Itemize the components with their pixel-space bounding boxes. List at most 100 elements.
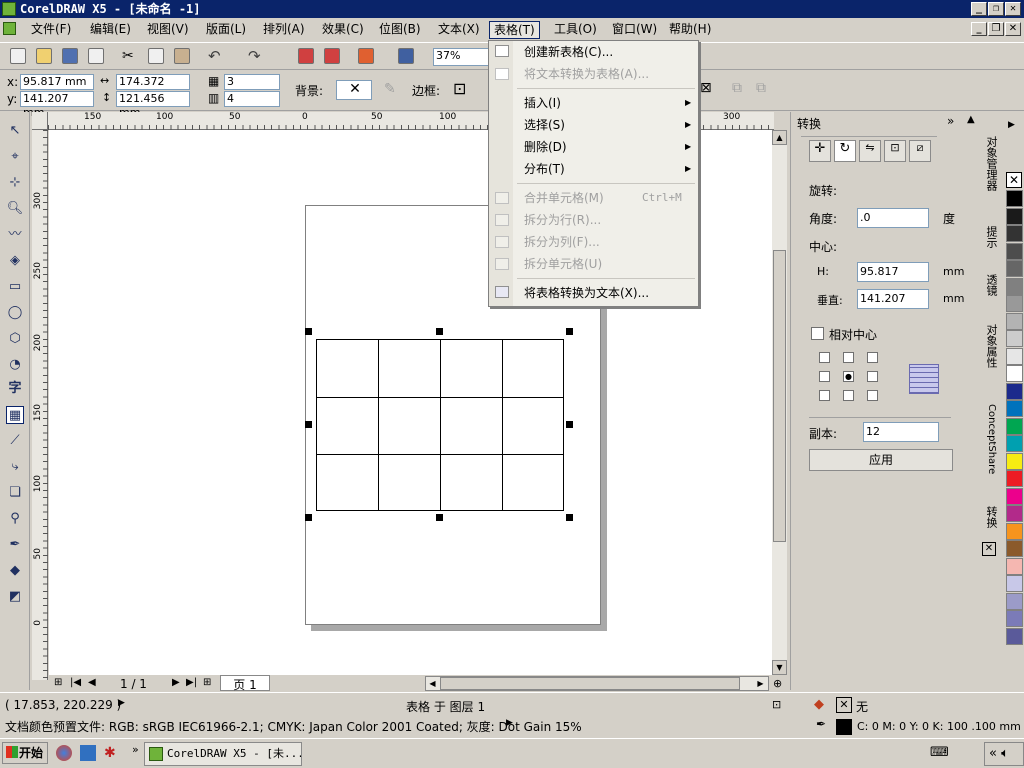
menu-item-text-to-table[interactable]: 将文本转换为表格(A)... xyxy=(524,64,649,84)
palette-color-swatch[interactable] xyxy=(1006,382,1023,400)
prev-page-icon[interactable]: ◀ xyxy=(88,677,96,688)
tray-app-icon[interactable]: ✱ xyxy=(104,745,120,761)
palette-color-swatch[interactable] xyxy=(1006,260,1023,277)
print-icon[interactable] xyxy=(88,48,104,64)
polygon-tool-icon[interactable]: ⬡ xyxy=(6,330,24,348)
crop-tool-icon[interactable]: ⊹ xyxy=(6,174,24,192)
next-page-icon[interactable]: ▶ xyxy=(172,677,180,688)
y-position-field[interactable]: 141.207 mm xyxy=(20,91,94,119)
fill-tool-icon[interactable]: ◆ xyxy=(6,562,24,580)
snap-icon[interactable]: ⊡ xyxy=(772,698,781,711)
status-expand-icon[interactable]: ▶ xyxy=(118,698,125,708)
import-icon[interactable] xyxy=(298,48,314,64)
no-color-swatch[interactable]: ✕ xyxy=(1006,172,1022,188)
page-tab[interactable]: 页 1 xyxy=(220,675,270,692)
paste-icon[interactable] xyxy=(174,48,190,64)
tab-object-properties[interactable]: 对象属性 xyxy=(980,322,1000,368)
navigator-icon[interactable]: ⊕ xyxy=(773,677,782,690)
skew-tab-icon[interactable]: ⧄ xyxy=(909,140,931,162)
chrome-icon[interactable] xyxy=(56,745,72,761)
last-page-icon[interactable]: ▶| xyxy=(186,677,197,688)
palette-color-swatch[interactable] xyxy=(1006,557,1023,575)
menu-item-split-rows[interactable]: 拆分为行(R)... xyxy=(524,210,601,230)
insert-page-before-icon[interactable]: ⊞ xyxy=(54,677,62,688)
menu-tools[interactable]: 工具(O) xyxy=(550,21,601,39)
outline-swatch[interactable] xyxy=(836,719,852,735)
scroll-right-arrow[interactable]: ▶ xyxy=(754,677,767,690)
height-field[interactable]: 121.456 mm xyxy=(116,91,190,119)
anchor-checkbox[interactable] xyxy=(867,352,878,363)
freehand-tool-icon[interactable]: 〰 xyxy=(6,226,24,244)
selection-handle-br[interactable] xyxy=(566,514,573,521)
to-front-icon[interactable]: ⧉ xyxy=(732,80,742,96)
x-position-field[interactable]: 95.817 mm xyxy=(20,74,94,90)
tab-conceptshare[interactable]: ConceptShare xyxy=(980,402,1000,474)
tab-lens[interactable]: 透镜 xyxy=(980,272,1000,296)
zoom-tool-icon[interactable]: 🔍︎ xyxy=(6,200,24,218)
docker-expand-icon[interactable]: » xyxy=(947,114,954,128)
eyedropper-tool-icon[interactable]: ⚲ xyxy=(6,510,24,528)
menu-item-create-table[interactable]: 创建新表格(C)... xyxy=(524,42,613,62)
profile-expand-icon[interactable]: ▶ xyxy=(506,718,513,728)
vertical-ruler[interactable]: 300 250 200 150 100 50 0 xyxy=(32,130,48,680)
tray-volume-icon[interactable]: 🔈︎ xyxy=(1001,746,1009,761)
anchor-checkbox[interactable] xyxy=(843,352,854,363)
palette-color-swatch[interactable] xyxy=(1006,575,1023,592)
menu-item-table-to-text[interactable]: 将表格转换为文本(X)... xyxy=(524,283,649,303)
menu-view[interactable]: 视图(V) xyxy=(143,21,193,39)
cut-icon[interactable]: ✂ xyxy=(122,48,138,64)
tray-expand-button[interactable]: « 🔈︎ xyxy=(984,742,1024,766)
smart-fill-tool-icon[interactable]: ◈ xyxy=(6,252,24,270)
menu-arrange[interactable]: 排列(A) xyxy=(259,21,309,39)
anchor-checkbox[interactable] xyxy=(867,371,878,382)
copy-icon[interactable] xyxy=(148,48,164,64)
selection-handle-ml[interactable] xyxy=(305,421,312,428)
basic-shapes-tool-icon[interactable]: ◔ xyxy=(6,356,24,374)
border-selector-icon[interactable]: ⊡ xyxy=(453,79,466,98)
first-page-icon[interactable]: |◀ xyxy=(70,677,81,688)
copies-input[interactable]: 12 xyxy=(863,422,939,442)
anchor-checkbox[interactable] xyxy=(843,390,854,401)
palette-scroll-up-icon[interactable]: ▶ xyxy=(1008,120,1015,130)
menu-bitmaps[interactable]: 位图(B) xyxy=(375,21,425,39)
palette-color-swatch[interactable] xyxy=(1006,330,1023,347)
selection-handle-bc[interactable] xyxy=(436,514,443,521)
palette-color-swatch[interactable] xyxy=(1006,470,1023,487)
interactive-fill-tool-icon[interactable]: ◩ xyxy=(6,588,24,606)
document-icon[interactable] xyxy=(3,22,16,35)
apply-button[interactable]: 应用 xyxy=(809,449,953,471)
palette-color-swatch[interactable] xyxy=(1006,295,1023,312)
ruler-origin[interactable] xyxy=(32,112,48,130)
palette-color-swatch[interactable] xyxy=(1006,400,1023,417)
quicklaunch-more-icon[interactable]: » xyxy=(132,743,139,756)
selection-handle-mr[interactable] xyxy=(566,421,573,428)
scroll-down-arrow[interactable]: ▼ xyxy=(772,660,787,675)
menu-item-insert[interactable]: 插入(I) xyxy=(524,93,561,113)
palette-color-swatch[interactable] xyxy=(1006,627,1023,645)
minimize-button[interactable]: _ xyxy=(971,2,987,16)
coreldraw-app-icon[interactable] xyxy=(2,2,16,16)
ie-icon[interactable] xyxy=(80,745,96,761)
table-row-divider[interactable] xyxy=(317,454,563,455)
palette-color-swatch[interactable] xyxy=(1006,592,1023,610)
center-v-input[interactable]: 141.207 xyxy=(857,289,929,309)
size-tab-icon[interactable]: ⊡ xyxy=(884,140,906,162)
application-launcher-icon[interactable] xyxy=(358,48,374,64)
selection-handle-tr[interactable] xyxy=(566,328,573,335)
menu-window[interactable]: 窗口(W) xyxy=(608,21,661,39)
palette-color-swatch[interactable] xyxy=(1006,312,1023,330)
new-document-icon[interactable] xyxy=(10,48,26,64)
open-icon[interactable] xyxy=(36,48,52,64)
table-column-divider[interactable] xyxy=(502,340,503,510)
edit-fill-icon[interactable]: ✎ xyxy=(384,81,396,97)
pick-tool-icon[interactable]: ↖ xyxy=(6,122,24,140)
selection-handle-tc[interactable] xyxy=(436,328,443,335)
rows-field[interactable]: 3 xyxy=(224,74,280,90)
wrap-text-icon[interactable]: ⊠ xyxy=(700,80,712,96)
angle-input[interactable]: .0 xyxy=(857,208,929,228)
position-tab-icon[interactable]: ✛ xyxy=(809,140,831,162)
palette-color-swatch[interactable] xyxy=(1006,505,1023,522)
export-icon[interactable] xyxy=(324,48,340,64)
menu-table[interactable]: 表格(T) xyxy=(489,21,540,39)
table-object[interactable] xyxy=(316,339,564,511)
